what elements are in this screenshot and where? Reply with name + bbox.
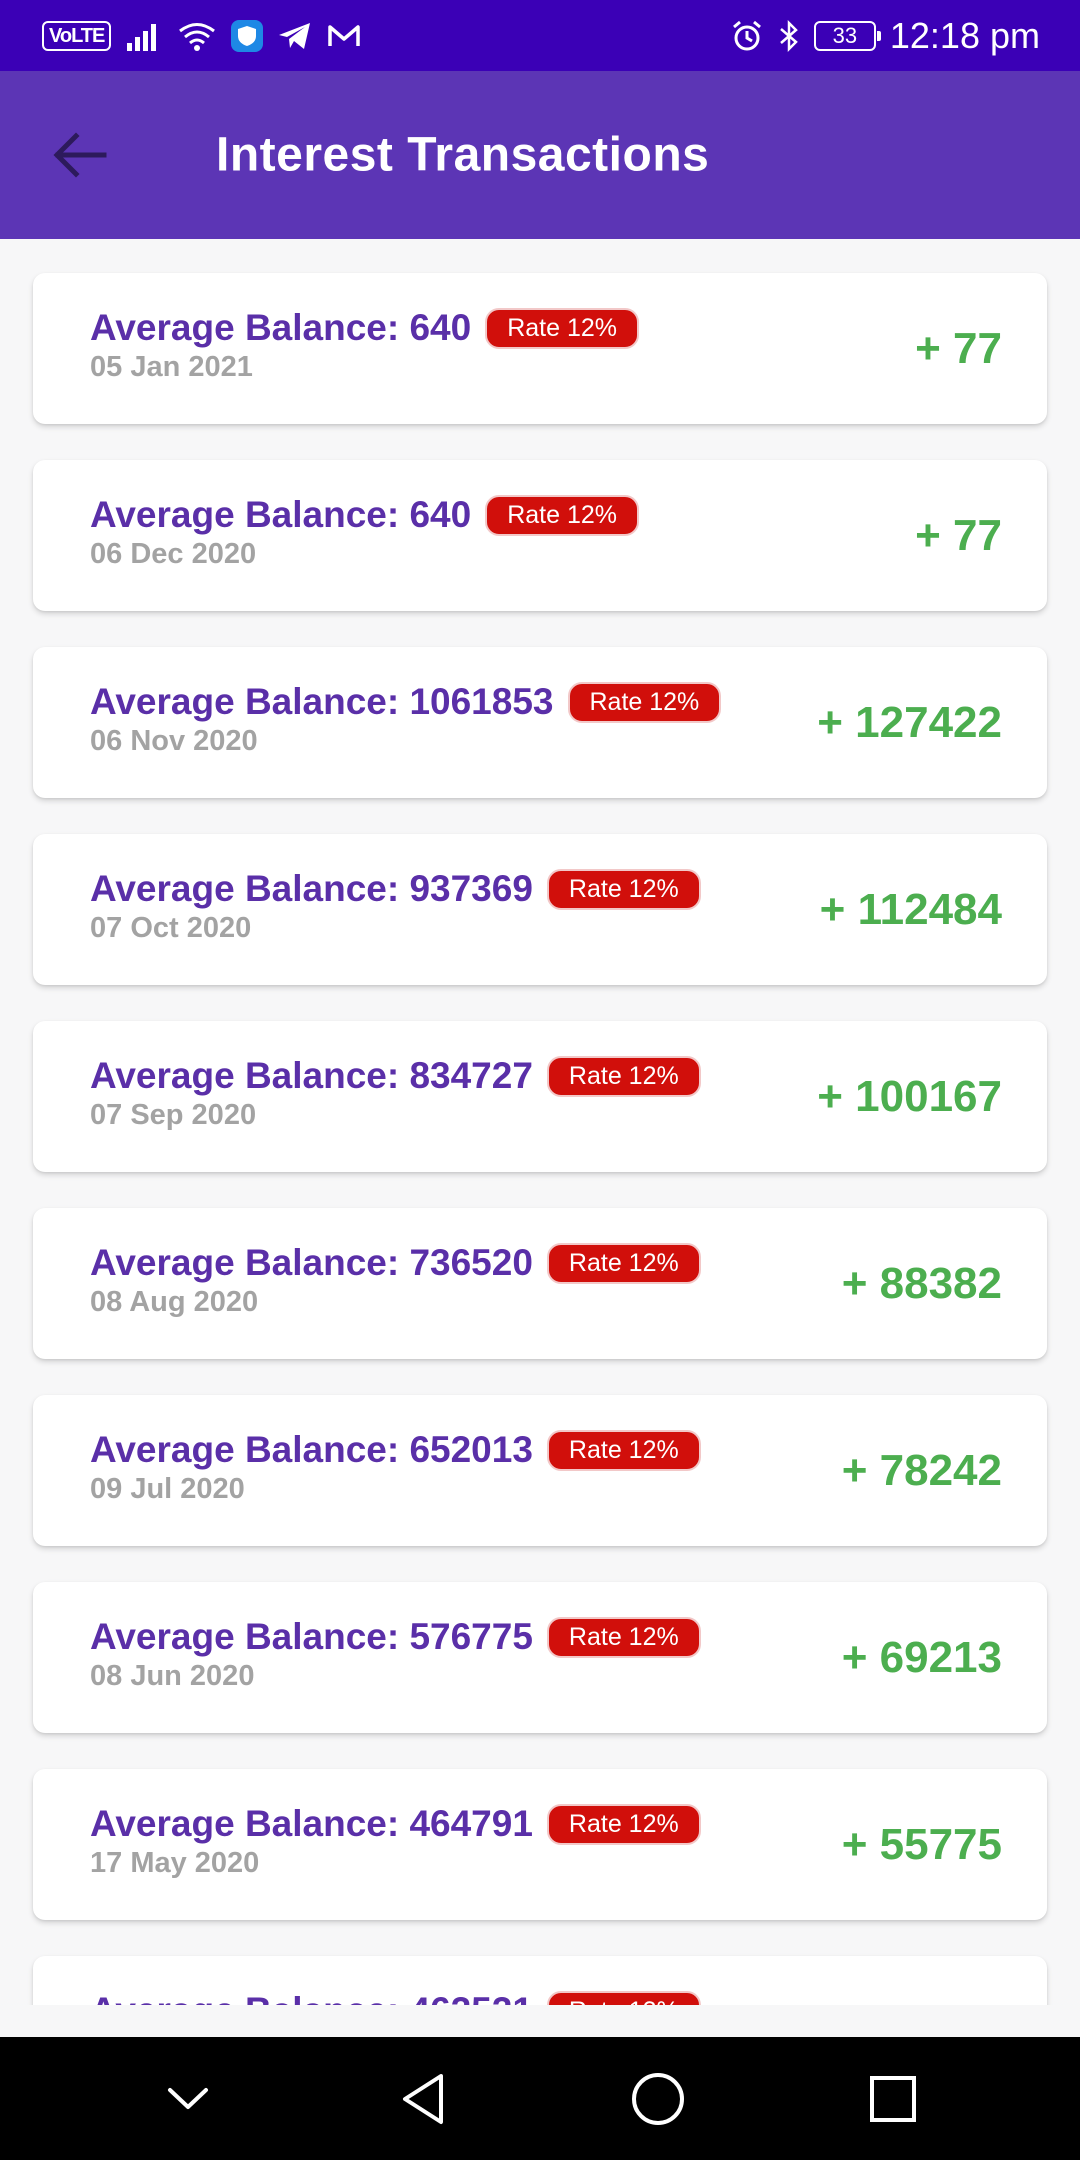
battery-icon: 33	[813, 20, 881, 51]
transaction-date: 08 Aug 2020	[90, 1286, 259, 1318]
balance-row: Average Balance: 462521 Rate 12%	[90, 1990, 701, 2005]
rate-badge: Rate 12%	[546, 1990, 701, 2005]
balance-row: Average Balance: 464791 Rate 12%	[90, 1803, 701, 1845]
interest-amount: + 127422	[817, 697, 1002, 747]
average-balance: Average Balance: 1061853	[90, 681, 554, 722]
rate-badge: Rate 12%	[546, 1242, 701, 1284]
rate-badge: Rate 12%	[485, 494, 639, 536]
balance-row: Average Balance: 640 Rate 12%	[90, 494, 639, 536]
back-button[interactable]	[44, 119, 116, 191]
transaction-date: 09 Jul 2020	[90, 1473, 245, 1505]
interest-amount: + 88382	[841, 1258, 1002, 1308]
transaction-info: Average Balance: 640 Rate 12% 05 Jan 202…	[90, 307, 639, 384]
status-bar-right: 33 12:18 pm	[730, 15, 1040, 57]
status-bar: VoLTE 33 12:18 pm	[0, 0, 1080, 71]
balance-row: Average Balance: 1061853 Rate 12%	[90, 681, 722, 723]
average-balance: Average Balance: 834727	[90, 1055, 533, 1096]
app-bar: Interest Transactions	[0, 71, 1080, 239]
transaction-info: Average Balance: 736520 Rate 12% 08 Aug …	[90, 1242, 701, 1319]
average-balance: Average Balance: 937369	[90, 868, 533, 909]
bluetooth-icon	[778, 19, 800, 53]
alarm-icon	[730, 19, 764, 53]
transaction-date: 07 Sep 2020	[90, 1099, 257, 1131]
status-bar-left: VoLTE	[42, 19, 361, 52]
transaction-list[interactable]: Average Balance: 640 Rate 12% 05 Jan 202…	[0, 239, 1080, 2005]
telegram-icon	[277, 21, 313, 51]
status-time: 12:18 pm	[889, 14, 1040, 56]
volte-badge: VoLTE	[42, 20, 112, 51]
transaction-info: Average Balance: 1061853 Rate 12% 06 Nov…	[90, 681, 722, 758]
wifi-icon	[177, 21, 217, 51]
shield-icon	[231, 19, 264, 52]
system-nav-bar	[0, 2037, 1080, 2160]
average-balance: Average Balance: 576775	[90, 1616, 533, 1657]
balance-row: Average Balance: 640 Rate 12%	[90, 307, 639, 349]
rate-badge: Rate 12%	[546, 1429, 701, 1471]
transaction-card[interactable]: Average Balance: 576775 Rate 12% 08 Jun …	[33, 1582, 1047, 1733]
mail-icon	[327, 22, 361, 50]
interest-amount: + 100167	[817, 1071, 1002, 1121]
rate-badge: Rate 12%	[546, 1055, 701, 1097]
transaction-date: 06 Dec 2020	[90, 538, 257, 570]
page-title: Interest Transactions	[216, 128, 710, 182]
average-balance: Average Balance: 640	[90, 494, 472, 535]
balance-row: Average Balance: 576775 Rate 12%	[90, 1616, 701, 1658]
average-balance: Average Balance: 652013	[90, 1429, 533, 1470]
average-balance: Average Balance: 462521	[90, 1990, 533, 2005]
transaction-card[interactable]: Average Balance: 937369 Rate 12% 07 Oct …	[33, 834, 1047, 985]
transaction-info: Average Balance: 640 Rate 12% 06 Dec 202…	[90, 494, 639, 571]
transaction-date: 06 Nov 2020	[90, 725, 258, 757]
transaction-card[interactable]: Average Balance: 736520 Rate 12% 08 Aug …	[33, 1208, 1047, 1359]
transaction-date: 07 Oct 2020	[90, 912, 252, 944]
transaction-card[interactable]: Average Balance: 640 Rate 12% 05 Jan 202…	[33, 273, 1047, 424]
transaction-date: 08 Jun 2020	[90, 1660, 255, 1692]
interest-amount: + 55775	[841, 1819, 1002, 1869]
arrow-left-icon	[53, 132, 107, 178]
transaction-date: 05 Jan 2021	[90, 351, 253, 383]
interest-amount: + 78242	[841, 1445, 1002, 1495]
balance-row: Average Balance: 652013 Rate 12%	[90, 1429, 701, 1471]
balance-row: Average Balance: 736520 Rate 12%	[90, 1242, 701, 1284]
rate-badge: Rate 12%	[567, 681, 722, 723]
balance-row: Average Balance: 834727 Rate 12%	[90, 1055, 701, 1097]
transaction-card[interactable]: Average Balance: 640 Rate 12% 06 Dec 202…	[33, 460, 1047, 611]
rate-badge: Rate 12%	[485, 307, 639, 349]
average-balance: Average Balance: 640	[90, 307, 472, 348]
rate-badge: Rate 12%	[546, 868, 701, 910]
recents-square-icon[interactable]	[853, 2059, 933, 2139]
chevron-down-icon[interactable]	[148, 2059, 228, 2139]
interest-amount: + 77	[915, 510, 1002, 560]
transaction-date: 17 May 2020	[90, 1847, 260, 1879]
transaction-info: Average Balance: 937369 Rate 12% 07 Oct …	[90, 868, 701, 945]
transaction-info: Average Balance: 652013 Rate 12% 09 Jul …	[90, 1429, 701, 1506]
average-balance: Average Balance: 464791	[90, 1803, 533, 1844]
interest-amount: + 77	[915, 323, 1002, 373]
back-triangle-icon[interactable]	[383, 2059, 463, 2139]
interest-amount: + 112484	[819, 884, 1002, 934]
signal-icon	[125, 21, 163, 51]
balance-row: Average Balance: 937369 Rate 12%	[90, 868, 701, 910]
transaction-card[interactable]: Average Balance: 464791 Rate 12% 17 May …	[33, 1769, 1047, 1920]
transaction-card[interactable]: Average Balance: 462521 Rate 12%	[33, 1956, 1047, 2005]
transaction-card[interactable]: Average Balance: 652013 Rate 12% 09 Jul …	[33, 1395, 1047, 1546]
transaction-info: Average Balance: 462521 Rate 12%	[90, 1990, 701, 2005]
transaction-card[interactable]: Average Balance: 834727 Rate 12% 07 Sep …	[33, 1021, 1047, 1172]
home-circle-icon[interactable]	[618, 2059, 698, 2139]
rate-badge: Rate 12%	[546, 1616, 701, 1658]
interest-amount: + 69213	[841, 1632, 1002, 1682]
transaction-info: Average Balance: 576775 Rate 12% 08 Jun …	[90, 1616, 701, 1693]
transaction-info: Average Balance: 834727 Rate 12% 07 Sep …	[90, 1055, 701, 1132]
rate-badge: Rate 12%	[546, 1803, 701, 1845]
average-balance: Average Balance: 736520	[90, 1242, 533, 1283]
transaction-card[interactable]: Average Balance: 1061853 Rate 12% 06 Nov…	[33, 647, 1047, 798]
transaction-info: Average Balance: 464791 Rate 12% 17 May …	[90, 1803, 701, 1880]
